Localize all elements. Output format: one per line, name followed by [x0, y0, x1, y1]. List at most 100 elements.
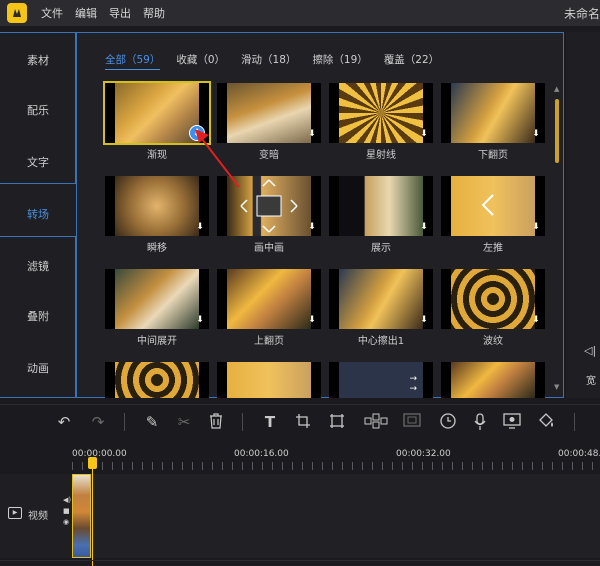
transition-tile[interactable]	[217, 362, 321, 398]
transition-label: 上翻页	[254, 336, 284, 347]
video-track-icon: ▶	[8, 507, 22, 519]
download-icon[interactable]: ⬇	[306, 128, 318, 140]
video-track-label: 视频	[28, 511, 48, 522]
sidebar-item-animation[interactable]: 动画	[0, 360, 76, 376]
time-marker: 00:00:32.00	[396, 449, 451, 459]
transition-tile[interactable]: ⬇	[441, 269, 545, 329]
preview-panel: ◁| 宽	[566, 32, 600, 398]
undo-icon[interactable]: ↶	[54, 413, 74, 431]
time-marker: 00:00:48.0	[558, 449, 600, 459]
scroll-up-icon[interactable]: ▲	[554, 85, 559, 93]
transition-tile[interactable]: ⬇	[217, 269, 321, 329]
microphone-icon[interactable]	[470, 413, 490, 431]
transition-label: 画中画	[254, 243, 284, 254]
thumbnail-image	[451, 269, 535, 329]
tab-all[interactable]: 全部（59）	[105, 52, 161, 70]
transition-tile[interactable]: → →	[329, 362, 433, 398]
ruler-ticks	[72, 462, 600, 470]
download-icon[interactable]: ⬇	[194, 314, 206, 326]
video-track-lane[interactable]	[72, 474, 600, 558]
sidebar-item-music[interactable]: 配乐	[0, 102, 76, 118]
download-icon[interactable]: ⬇	[194, 221, 206, 233]
transition-label: 下翻页	[478, 150, 508, 161]
download-icon[interactable]: ⬇	[306, 314, 318, 326]
document-title: 未命名	[563, 7, 600, 21]
scroll-thumb[interactable]	[555, 99, 559, 163]
sidebar-item-overlay[interactable]: 叠附	[0, 308, 76, 324]
collapse-arrow-icon[interactable]: ◁|	[584, 344, 596, 357]
tab-slide[interactable]: 滑动（18）	[241, 52, 296, 70]
menu-export[interactable]: 导出	[109, 5, 131, 21]
tab-wipe[interactable]: 擦除（19）	[312, 52, 367, 70]
download-icon[interactable]: ⬇	[530, 221, 542, 233]
menu-bar: 文件 编辑 导出 帮助 未命名	[0, 0, 600, 26]
crop-icon[interactable]	[293, 413, 313, 431]
thumbnail-image	[451, 362, 535, 398]
menu-help[interactable]: 帮助	[143, 5, 165, 21]
library-scrollbar[interactable]: ▲ ▼	[554, 85, 560, 391]
overlay-icon[interactable]	[402, 413, 422, 431]
download-icon[interactable]: ⬇	[418, 314, 430, 326]
sidebar: 素材 配乐 文字 转场 滤镜 叠附 动画	[0, 32, 76, 398]
toolbar-divider	[242, 413, 243, 431]
sidebar-item-transition[interactable]: 转场	[0, 206, 76, 222]
transition-label: 波纹	[483, 336, 503, 347]
transition-tile[interactable]: ⬇	[441, 176, 545, 236]
text-icon[interactable]: T	[260, 413, 280, 431]
transition-tile[interactable]: ⬇	[329, 176, 433, 236]
menu-file[interactable]: 文件	[41, 5, 63, 21]
transition-tile[interactable]	[105, 362, 209, 398]
transition-label: 展示	[371, 243, 391, 254]
sidebar-item-filter[interactable]: 滤镜	[0, 258, 76, 274]
clock-icon[interactable]	[438, 413, 458, 431]
speaker-icon[interactable]: ◀)	[63, 496, 71, 504]
transition-tile[interactable]: ⬇	[329, 269, 433, 329]
transition-label: 中间展开	[137, 336, 177, 347]
playhead-line[interactable]	[92, 468, 93, 566]
transition-tile[interactable]: ⬇	[105, 269, 209, 329]
trash-icon[interactable]	[206, 413, 226, 431]
pen-icon[interactable]: ✎	[142, 413, 162, 431]
redo-icon[interactable]: ↷	[88, 413, 108, 431]
thumbnail-image	[227, 269, 311, 329]
toolbar-divider	[574, 413, 575, 431]
paint-bucket-icon[interactable]	[536, 413, 556, 431]
sidebar-item-material[interactable]: 素材	[0, 52, 76, 68]
lock-icon[interactable]: ■	[63, 507, 70, 515]
mosaic-icon[interactable]	[363, 413, 389, 431]
tab-favorites[interactable]: 收藏（0）	[176, 52, 225, 70]
transition-tile[interactable]: ⬇	[441, 83, 545, 143]
download-icon[interactable]: ⬇	[418, 128, 430, 140]
screen-record-icon[interactable]	[502, 413, 522, 431]
transition-label: 星射线	[366, 150, 396, 161]
download-icon[interactable]: ⬇	[306, 221, 318, 233]
video-track-header: ▶ 视频 ◀) ■ ◉	[0, 474, 72, 558]
sidebar-item-text[interactable]: 文字	[0, 154, 76, 170]
time-marker: 00:00:16.00	[234, 449, 289, 459]
download-icon[interactable]: ⬇	[418, 221, 430, 233]
edit-toolbar: ↶ ↷ ✎ ✂ T	[0, 404, 600, 438]
tab-cover[interactable]: 覆盖（22）	[384, 52, 439, 70]
transition-label: 左推	[483, 243, 503, 254]
aspect-label[interactable]: 宽	[586, 372, 596, 387]
menu-edit[interactable]: 编辑	[75, 5, 97, 21]
video-clip[interactable]	[72, 474, 91, 558]
download-icon[interactable]: ⬇	[530, 128, 542, 140]
scroll-down-icon[interactable]: ▼	[554, 383, 559, 391]
scissors-icon[interactable]: ✂	[174, 413, 194, 431]
eye-icon[interactable]: ◉	[63, 518, 69, 526]
transition-tile[interactable]	[441, 362, 545, 398]
chevron-left-icon	[481, 194, 494, 216]
timeline: 00:00:00.00 00:00:16.00 00:00:32.00 00:0…	[0, 440, 600, 566]
thumbnail-image	[115, 362, 199, 398]
arrows-icon: → →	[409, 374, 417, 394]
category-tabs: 全部（59） 收藏（0） 滑动（18） 擦除（19） 覆盖（22）	[105, 52, 455, 70]
download-icon[interactable]: ⬇	[530, 314, 542, 326]
transition-library: 全部（59） 收藏（0） 滑动（18） 擦除（19） 覆盖（22） ⬇ 渐现 ⬇…	[76, 32, 564, 398]
timeline-divider	[0, 560, 600, 561]
transition-tile[interactable]: ⬇	[329, 83, 433, 143]
red-arrow-annotation	[195, 129, 240, 188]
thumbnail-image	[115, 269, 199, 329]
thumbnail-image	[339, 176, 423, 236]
frame-icon[interactable]	[327, 413, 347, 431]
